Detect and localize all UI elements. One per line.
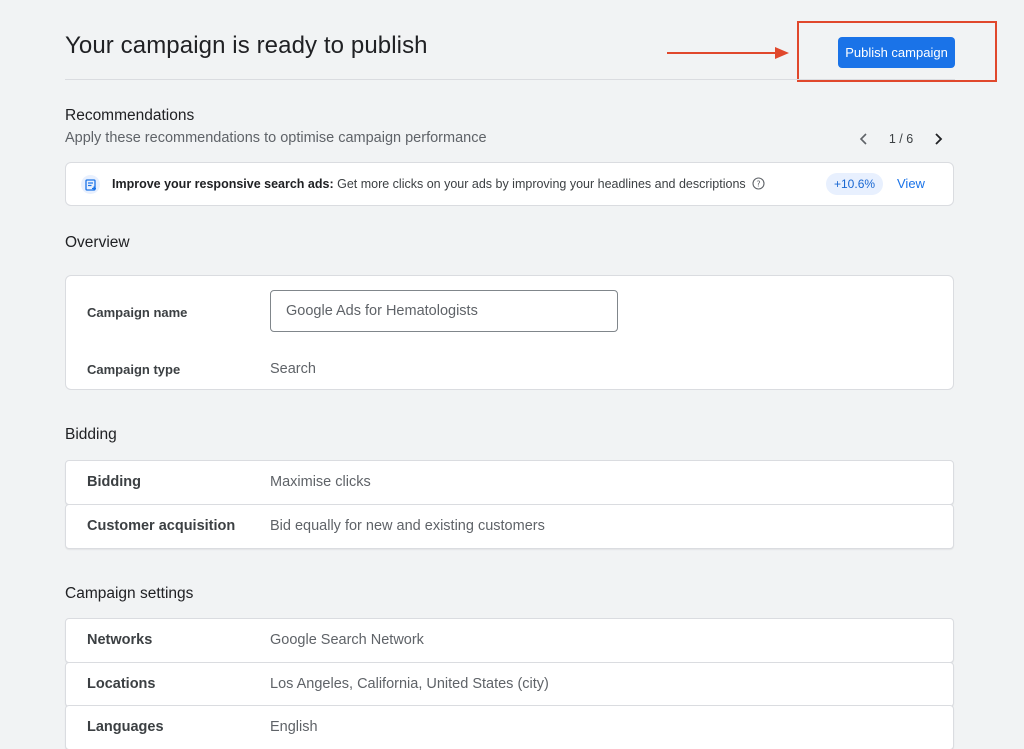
recommendation-title: Improve your responsive search ads: (112, 177, 334, 191)
networks-label: Networks (87, 632, 153, 648)
customer-acquisition-label: Customer acquisition (87, 518, 236, 534)
annotation-arrow (667, 47, 789, 59)
languages-value: English (270, 719, 318, 735)
page-title: Your campaign is ready to publish (65, 32, 428, 59)
svg-text:?: ? (757, 179, 761, 188)
overview-card: Campaign name Campaign type Search (65, 275, 954, 390)
pager-count: 1 / 6 (888, 132, 914, 146)
recommendation-card: Improve your responsive search ads: Get … (65, 162, 954, 206)
locations-row[interactable]: Locations Los Angeles, California, Unite… (65, 662, 954, 707)
customer-acquisition-row[interactable]: Customer acquisition Bid equally for new… (65, 504, 954, 549)
languages-label: Languages (87, 719, 164, 735)
languages-row[interactable]: Languages English (65, 705, 954, 749)
view-recommendation-link[interactable]: View (897, 176, 925, 191)
campaign-name-input[interactable] (270, 290, 618, 332)
bidding-label: Bidding (87, 474, 141, 490)
recommendations-subtitle: Apply these recommendations to optimise … (65, 130, 487, 146)
campaign-type-value: Search (270, 361, 316, 377)
recommendation-description: Get more clicks on your ads by improving… (337, 177, 746, 191)
recommendations-pager: 1 / 6 (856, 129, 946, 149)
responsive-ad-icon (81, 175, 100, 194)
campaign-type-label: Campaign type (87, 362, 181, 377)
bidding-row[interactable]: Bidding Maximise clicks (65, 460, 954, 505)
bidding-heading: Bidding (65, 426, 117, 443)
header-divider (65, 79, 955, 80)
campaign-settings-heading: Campaign settings (65, 585, 194, 602)
campaign-name-label: Campaign name (87, 305, 188, 320)
bidding-value: Maximise clicks (270, 474, 371, 490)
help-icon[interactable]: ? (752, 177, 765, 193)
uplift-badge: +10.6% (826, 173, 884, 195)
recommendation-text: Improve your responsive search ads: Get … (112, 177, 765, 193)
campaign-review-page: Your campaign is ready to publish Publis… (0, 0, 1024, 749)
locations-value: Los Angeles, California, United States (… (270, 676, 549, 692)
networks-row[interactable]: Networks Google Search Network (65, 618, 954, 663)
chevron-right-icon[interactable] (930, 131, 946, 147)
recommendations-heading: Recommendations (65, 107, 195, 124)
networks-value: Google Search Network (270, 632, 424, 648)
locations-label: Locations (87, 676, 156, 692)
chevron-left-icon[interactable] (856, 131, 872, 147)
customer-acquisition-value: Bid equally for new and existing custome… (270, 518, 545, 534)
publish-campaign-button[interactable]: Publish campaign (838, 37, 955, 68)
overview-heading: Overview (65, 234, 130, 251)
